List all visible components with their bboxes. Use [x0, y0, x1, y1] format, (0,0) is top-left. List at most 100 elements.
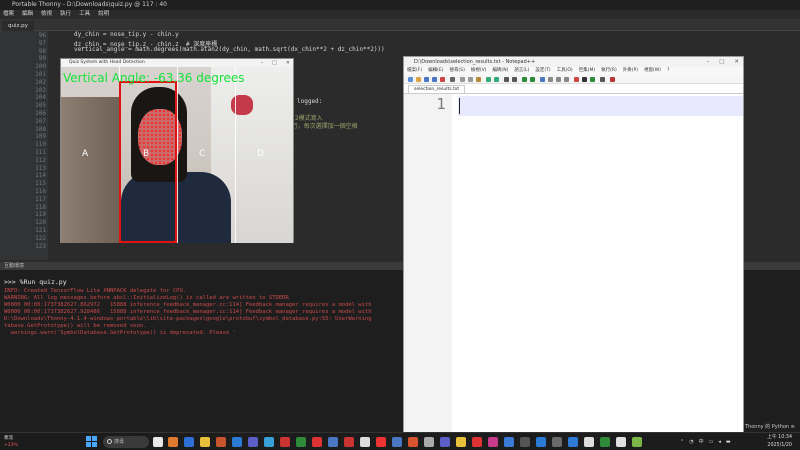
- npp-menu-macro[interactable]: 巨集(M): [579, 67, 595, 75]
- find-icon[interactable]: [504, 77, 509, 82]
- clock[interactable]: 上午 10:34 2025/1/20: [744, 434, 792, 450]
- taskbar-app-icon[interactable]: [504, 437, 514, 447]
- save-all-icon[interactable]: [432, 77, 437, 82]
- taskbar-app-icon[interactable]: [408, 437, 418, 447]
- wifi-icon[interactable]: ◔: [689, 436, 693, 448]
- edge-icon[interactable]: [232, 437, 242, 447]
- save-icon[interactable]: [424, 77, 429, 82]
- zoom-out-icon[interactable]: [530, 77, 535, 82]
- npp-menu-search[interactable]: 搜尋(S): [449, 67, 464, 75]
- close-icon[interactable]: ✕: [734, 57, 739, 67]
- notepad-text-area[interactable]: 1: [404, 93, 743, 433]
- taskbar-app-icon[interactable]: [344, 437, 354, 447]
- chevron-up-icon[interactable]: ⌃: [680, 436, 684, 448]
- taskbar-app-icon[interactable]: [424, 437, 434, 447]
- line-number: 118: [35, 203, 46, 211]
- taskbar-app-icon[interactable]: [440, 437, 450, 447]
- undo-icon[interactable]: [486, 77, 491, 82]
- show-all-icon[interactable]: [556, 77, 561, 82]
- taskbar-app-icon[interactable]: [392, 437, 402, 447]
- npp-menu-window[interactable]: 視窗(W): [644, 67, 661, 75]
- record-macro-icon[interactable]: [574, 77, 579, 82]
- menu-view[interactable]: 檢視: [41, 10, 52, 19]
- taskbar-app-icon[interactable]: [536, 437, 546, 447]
- npp-menu-file[interactable]: 檔案(F): [407, 67, 422, 75]
- taskbar-app-icon[interactable]: [520, 437, 530, 447]
- replace-icon[interactable]: [512, 77, 517, 82]
- taskbar-app-icon[interactable]: [584, 437, 594, 447]
- maximize-icon[interactable]: □: [719, 57, 724, 67]
- taskbar-app-icon[interactable]: [328, 437, 338, 447]
- taskbar-app-icon[interactable]: [168, 437, 178, 447]
- menu-run[interactable]: 執行: [60, 10, 71, 19]
- menu-edit[interactable]: 編輯: [22, 10, 33, 19]
- language-indicator[interactable]: 中: [699, 436, 704, 448]
- paste-icon[interactable]: [476, 77, 481, 82]
- line-number: 122: [35, 234, 46, 242]
- menu-help[interactable]: 說明: [98, 10, 109, 19]
- notepad-file-tab[interactable]: selection_results.txt: [408, 85, 466, 93]
- close-icon[interactable]: ✕: [286, 59, 290, 67]
- taskbar-app-icon[interactable]: [552, 437, 562, 447]
- npp-menu-settings[interactable]: 設定(T): [535, 67, 550, 75]
- close-file-icon[interactable]: [440, 77, 445, 82]
- taskbar-app-icon[interactable]: [184, 437, 194, 447]
- print-icon[interactable]: [450, 77, 455, 82]
- shell-output-line: W0000 00:00:1737382627.862972 15888 infe…: [4, 302, 372, 308]
- run-icon[interactable]: [600, 77, 605, 82]
- weather-widget[interactable]: 寒流 +23%: [4, 435, 44, 449]
- taskbar-app-icon[interactable]: [616, 437, 626, 447]
- npp-menu-tools[interactable]: 工具(O): [557, 67, 573, 75]
- taskbar-app-icon[interactable]: [600, 437, 610, 447]
- npp-menu-plugins[interactable]: 外掛(P): [623, 67, 638, 75]
- taskbar-app-icon[interactable]: [312, 437, 322, 447]
- teams-icon[interactable]: [248, 437, 258, 447]
- thonny-menubar: 檔案 編輯 檢視 執行 工具 說明: [0, 10, 800, 19]
- volume-icon[interactable]: ◂: [718, 436, 721, 448]
- minimize-icon[interactable]: –: [261, 59, 264, 67]
- minimize-icon[interactable]: –: [706, 57, 709, 67]
- menu-tools[interactable]: 工具: [79, 10, 90, 19]
- npp-menu-run[interactable]: 執行(R): [601, 67, 617, 75]
- npp-menu-language[interactable]: 語言(L): [514, 67, 529, 75]
- taskbar-app-icon[interactable]: [472, 437, 482, 447]
- notepad-plus-icon[interactable]: [632, 437, 642, 447]
- redo-icon[interactable]: [494, 77, 499, 82]
- taskbar-search[interactable]: 搜尋: [103, 436, 149, 448]
- indent-guide-icon[interactable]: [564, 77, 569, 82]
- stop-macro-icon[interactable]: [582, 77, 587, 82]
- play-macro-icon[interactable]: [590, 77, 595, 82]
- start-button[interactable]: [86, 436, 97, 447]
- battery-icon[interactable]: ▬: [726, 436, 731, 448]
- task-view-icon[interactable]: [153, 437, 163, 447]
- taskbar-app-icon[interactable]: [456, 437, 466, 447]
- maximize-icon[interactable]: □: [272, 59, 277, 67]
- taskbar-app-icon[interactable]: [360, 437, 370, 447]
- npp-menu-edit[interactable]: 編輯(E): [428, 67, 443, 75]
- npp-menu-view[interactable]: 檢視(V): [471, 67, 487, 75]
- taskbar-app-icon[interactable]: [376, 437, 386, 447]
- zoom-in-icon[interactable]: [522, 77, 527, 82]
- interpreter-status[interactable]: Thonny 的 Python ≡: [745, 423, 800, 432]
- new-file-icon[interactable]: [408, 77, 413, 82]
- line-number: 116: [35, 188, 46, 195]
- open-file-icon[interactable]: [416, 77, 421, 82]
- taskbar-app-icon[interactable]: [264, 437, 274, 447]
- taskbar-app-icon[interactable]: [296, 437, 306, 447]
- npp-menu-help[interactable]: ?: [667, 67, 669, 75]
- taskbar-app-icon[interactable]: [216, 437, 226, 447]
- vscode-icon[interactable]: [568, 437, 578, 447]
- line-number: 100: [35, 63, 46, 71]
- wrap-icon[interactable]: [548, 77, 553, 82]
- cut-icon[interactable]: [460, 77, 465, 82]
- file-explorer-icon[interactable]: [200, 437, 210, 447]
- menu-file[interactable]: 檔案: [3, 10, 14, 19]
- taskbar-app-icon[interactable]: [280, 437, 290, 447]
- copy-icon[interactable]: [468, 77, 473, 82]
- editor-tab-quiz[interactable]: quiz.py: [2, 21, 34, 31]
- taskbar-app-icon[interactable]: [488, 437, 498, 447]
- sync-icon[interactable]: [540, 77, 545, 82]
- npp-menu-encoding[interactable]: 編碼(N): [492, 67, 508, 75]
- spell-check-icon[interactable]: [610, 77, 615, 82]
- network-icon[interactable]: ▭: [709, 436, 714, 448]
